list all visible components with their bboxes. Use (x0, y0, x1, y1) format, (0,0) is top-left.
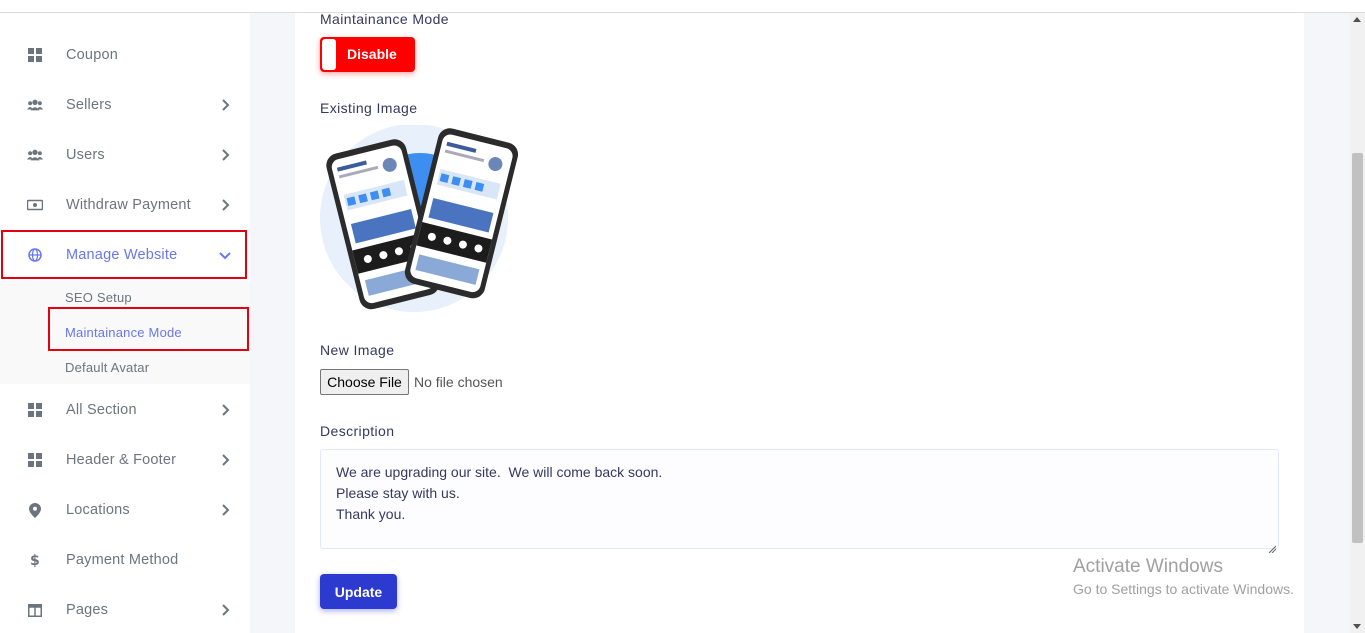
sidebar-item-label: Pages (66, 602, 109, 618)
description-textarea[interactable]: We are upgrading our site. We will come … (320, 449, 1279, 554)
sidebar-item-label: Payment Method (66, 552, 179, 568)
svg-text:$: $ (30, 553, 40, 568)
sidebar-item-locations[interactable]: Locations (0, 485, 250, 535)
scroll-thumb[interactable] (1352, 153, 1363, 543)
existing-maintenance-image (320, 124, 520, 315)
grid-icon (27, 402, 43, 418)
chevron-down-icon (218, 248, 232, 262)
chevron-right-icon (218, 403, 232, 417)
money-bill-icon (27, 197, 43, 213)
submenu-item-seo-setup[interactable]: SEO Setup (65, 290, 132, 305)
columns-icon (27, 602, 43, 618)
choose-file-button[interactable]: Choose File (320, 369, 409, 395)
sidebar-item-manage-website[interactable]: Manage Website (0, 230, 250, 280)
map-marker-icon (27, 502, 43, 518)
sidebar-item-pages[interactable]: Pages (0, 585, 250, 633)
chevron-right-icon (218, 453, 232, 467)
scroll-down-arrow-icon[interactable] (1353, 624, 1361, 629)
description-line: Please stay with us. (336, 485, 460, 501)
toggle-label: Disable (347, 46, 397, 62)
dollar-icon: $ (27, 552, 43, 568)
sidebar-item-header-footer[interactable]: Header & Footer (0, 435, 250, 485)
sidebar-item-label: All Section (66, 402, 137, 418)
globe-icon (27, 247, 43, 263)
activate-windows-subtitle: Go to Settings to activate Windows. (1073, 581, 1294, 597)
toggle-knob (322, 39, 336, 70)
sidebar-item-sellers[interactable]: Sellers (0, 80, 250, 130)
description-line: We are upgrading our site. We will come … (336, 464, 663, 480)
file-status-text: No file chosen (414, 374, 503, 390)
sidebar-item-label: Users (66, 147, 105, 163)
users-icon (27, 147, 43, 163)
sidebar-item-users[interactable]: Users (0, 130, 250, 180)
sidebar-item-label: Withdraw Payment (66, 197, 191, 213)
sidebar-item-payment-method[interactable]: $ Payment Method (0, 535, 250, 585)
chevron-right-icon (218, 148, 232, 162)
manage-website-submenu: SEO Setup Maintainance Mode Default Avat… (0, 281, 250, 384)
sidebar: Coupon Sellers Users Withdraw Payment Ma… (0, 13, 250, 633)
sidebar-item-label: Coupon (66, 47, 118, 63)
grid-icon (27, 452, 43, 468)
resize-grip-icon[interactable] (1268, 538, 1277, 554)
chevron-right-icon (218, 98, 232, 112)
submenu-item-default-avatar[interactable]: Default Avatar (65, 360, 149, 375)
sidebar-item-coupon[interactable]: Coupon (0, 30, 250, 80)
update-button[interactable]: Update (320, 574, 397, 609)
description-line: Thank you. (336, 506, 406, 522)
users-icon (27, 97, 43, 113)
sidebar-item-label: Header & Footer (66, 452, 177, 468)
sidebar-item-withdraw-payment[interactable]: Withdraw Payment (0, 180, 250, 230)
maintenance-mode-label: Maintainance Mode (320, 11, 449, 27)
sidebar-item-label: Manage Website (66, 247, 178, 263)
sidebar-item-label: Locations (66, 502, 130, 518)
existing-image-label: Existing Image (320, 100, 418, 116)
sidebar-item-label: Sellers (66, 97, 112, 113)
activate-windows-title: Activate Windows (1073, 556, 1223, 577)
browser-top-strip (0, 0, 1365, 13)
new-image-label: New Image (320, 342, 395, 358)
chevron-right-icon (218, 503, 232, 517)
vertical-scrollbar[interactable] (1350, 13, 1365, 633)
chevron-right-icon (218, 603, 232, 617)
sidebar-item-all-section[interactable]: All Section (0, 385, 250, 435)
description-label: Description (320, 423, 395, 439)
grid-icon (27, 47, 43, 63)
chevron-right-icon (218, 198, 232, 212)
scroll-up-arrow-icon[interactable] (1353, 17, 1361, 22)
maintenance-mode-toggle[interactable]: Disable (320, 37, 415, 72)
submenu-item-maintainance-mode[interactable]: Maintainance Mode (65, 325, 182, 340)
